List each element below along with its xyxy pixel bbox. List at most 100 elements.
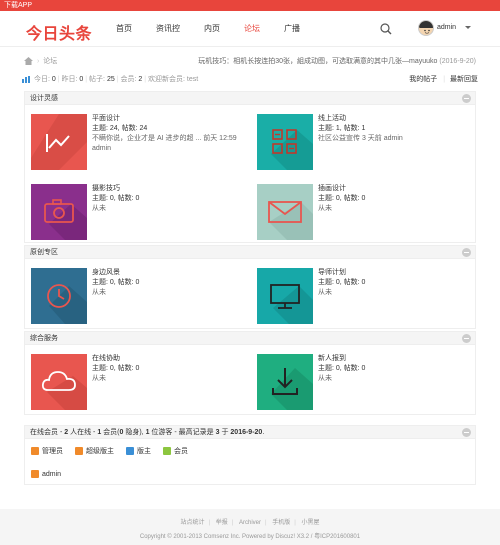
section-title[interactable]: 原创专区 bbox=[30, 249, 58, 256]
footer-links: 站点统计 | 举报 | Archiver | 手机版 | 小黑屋 bbox=[180, 520, 320, 526]
forum-item[interactable]: 平面设计 主题: 24, 帖数: 24 不瞒你说，企业才是 AI 进步的超 ..… bbox=[25, 106, 251, 176]
site-footer: 站点统计 | 举报 | Archiver | 手机版 | 小黑屋 Copyright ©… bbox=[0, 509, 500, 545]
forum-name[interactable]: 导师计划 bbox=[318, 268, 365, 278]
today-label: 今日: bbox=[33, 76, 50, 83]
latest-replies-link[interactable]: 最新回复 bbox=[450, 76, 478, 83]
forum-name[interactable]: 插画设计 bbox=[318, 184, 365, 194]
cloud-icon bbox=[31, 354, 87, 410]
forum-stats: 主题: 0, 帖数: 0 bbox=[318, 365, 366, 372]
footer-link-mobile[interactable]: 手机版 bbox=[272, 520, 290, 526]
forum-name[interactable]: 身边风景 bbox=[92, 268, 139, 278]
section-title[interactable]: 综合服务 bbox=[30, 335, 58, 342]
forum-info: 线上活动 主题: 1, 帖数: 1 社区公益宣传 3 天前 admin bbox=[318, 114, 403, 144]
forum-last-post[interactable]: 不瞒你说，企业才是 AI 进步的超 ... 前天 12:59 bbox=[92, 134, 237, 144]
camera-icon bbox=[31, 184, 87, 240]
admin-badge-icon bbox=[31, 447, 39, 455]
forum-item[interactable]: 线上活动 主题: 1, 帖数: 1 社区公益宣传 3 天前 admin bbox=[251, 106, 477, 176]
collapse-icon[interactable] bbox=[462, 248, 471, 257]
breadcrumb: › 论坛 bbox=[24, 57, 57, 67]
forum-tile[interactable] bbox=[257, 268, 313, 324]
calculator-icon bbox=[257, 114, 313, 170]
collapse-icon[interactable] bbox=[462, 94, 471, 103]
nav-item-news[interactable]: 资讯控 bbox=[156, 11, 180, 47]
forum-last-post: 从未 bbox=[92, 375, 106, 382]
forum-item[interactable]: 身边风景 主题: 0, 帖数: 0 从未 bbox=[25, 260, 251, 330]
yesterday-label: 昨日: bbox=[61, 76, 78, 83]
yesterday-count: 0 bbox=[79, 76, 84, 83]
chart-icon bbox=[31, 114, 87, 170]
site-header: 今日头条 首页 资讯控 内页 论坛 广播 admin bbox=[0, 11, 500, 47]
online-summary[interactable]: 在线会员 - 2 人在线 - 1 会员(0 隐身), 1 位游客 - 最高记录是… bbox=[30, 429, 264, 436]
section-title[interactable]: 设计灵感 bbox=[30, 95, 58, 102]
forum-last-post: 从未 bbox=[92, 205, 106, 212]
forum-info: 身边风景 主题: 0, 帖数: 0 从未 bbox=[92, 268, 139, 298]
forum-item[interactable]: 在线协助 主题: 0, 帖数: 0 从未 bbox=[25, 346, 251, 416]
search-icon[interactable] bbox=[380, 23, 392, 35]
today-count: 0 bbox=[51, 76, 56, 83]
breadcrumb-forum[interactable]: 论坛 bbox=[43, 58, 57, 65]
online-user[interactable]: admin bbox=[31, 470, 61, 478]
online-user-name[interactable]: admin bbox=[42, 471, 61, 478]
collapse-icon[interactable] bbox=[462, 334, 471, 343]
forum-info: 摄影技巧 主题: 0, 帖数: 0 从未 bbox=[92, 184, 139, 214]
my-posts-link[interactable]: 我的帖子 bbox=[409, 76, 437, 83]
members-count: 2 bbox=[138, 76, 143, 83]
forum-info: 平面设计 主题: 24, 帖数: 24 不瞒你说，企业才是 AI 进步的超 ..… bbox=[92, 114, 237, 154]
legend-member: 会员 bbox=[163, 446, 188, 456]
download-app-link[interactable]: 下载APP bbox=[4, 2, 32, 9]
forum-tile[interactable] bbox=[31, 268, 87, 324]
site-logo[interactable]: 今日头条 bbox=[26, 20, 92, 44]
user-name[interactable]: admin bbox=[437, 24, 456, 31]
section-header: 设计灵感 bbox=[25, 92, 475, 105]
home-icon[interactable] bbox=[24, 57, 33, 66]
forum-name[interactable]: 平面设计 bbox=[92, 114, 237, 124]
forum-tile[interactable] bbox=[257, 114, 313, 170]
announcement[interactable]: 玩机技巧：相机长按连拍30张，組成动图，可选取满意的其中几张—mayuuko (… bbox=[198, 57, 476, 67]
forum-tile[interactable] bbox=[31, 184, 87, 240]
forum-tile[interactable] bbox=[31, 114, 87, 170]
nav-item-forum[interactable]: 论坛 bbox=[244, 11, 260, 47]
forum-item[interactable]: 新人报到 主题: 0, 帖数: 0 从未 bbox=[251, 346, 477, 416]
legend-mod: 版主 bbox=[126, 446, 151, 456]
footer-link-report[interactable]: 举报 bbox=[216, 520, 228, 526]
collapse-icon[interactable] bbox=[462, 428, 471, 437]
footer-link-archiver[interactable]: Archiver bbox=[239, 520, 261, 526]
forum-last-post[interactable]: 社区公益宣传 3 天前 admin bbox=[318, 134, 403, 144]
footer-link-stats[interactable]: 站点统计 bbox=[180, 520, 204, 526]
forum-item[interactable]: 插画设计 主题: 0, 帖数: 0 从未 bbox=[251, 176, 477, 246]
forum-tile[interactable] bbox=[31, 354, 87, 410]
forum-last-post: 从未 bbox=[318, 375, 332, 382]
download-app-bar[interactable]: 下载APP bbox=[0, 0, 500, 11]
forum-name[interactable]: 在线协助 bbox=[92, 354, 139, 364]
member-badge-icon bbox=[163, 447, 171, 455]
stats-links: 我的帖子 | 最新回复 bbox=[409, 76, 478, 83]
section-header: 综合服务 bbox=[25, 332, 475, 345]
footer-link-blackroom[interactable]: 小黑屋 bbox=[301, 520, 319, 526]
nav-item-broadcast[interactable]: 广播 bbox=[284, 11, 300, 47]
legend-super-mod: 超级版主 bbox=[75, 446, 114, 456]
forum-last-post: 从未 bbox=[318, 205, 332, 212]
monitor-icon bbox=[257, 268, 313, 324]
nav-item-inner[interactable]: 内页 bbox=[204, 11, 220, 47]
section-services: 综合服务 在线协助 主题: 0, 帖数: 0 从未 新人报到 主题: 0, 帖数… bbox=[24, 331, 476, 415]
avatar[interactable] bbox=[418, 20, 434, 36]
forum-name[interactable]: 摄影技巧 bbox=[92, 184, 139, 194]
forum-tile[interactable] bbox=[257, 184, 313, 240]
forum-info: 新人报到 主题: 0, 帖数: 0 从未 bbox=[318, 354, 365, 384]
mail-icon bbox=[257, 184, 313, 240]
forum-tile[interactable] bbox=[257, 354, 313, 410]
forum-info: 在线协助 主题: 0, 帖数: 0 从未 bbox=[92, 354, 139, 384]
forum-stats: 主题: 0, 帖数: 0 bbox=[318, 279, 366, 286]
announcement-text[interactable]: 玩机技巧：相机长按连拍30张，組成动图，可选取满意的其中几张—mayuuko bbox=[198, 58, 437, 65]
forum-name[interactable]: 新人报到 bbox=[318, 354, 365, 364]
chevron-down-icon[interactable] bbox=[465, 26, 471, 29]
online-header: 在线会员 - 2 人在线 - 1 会员(0 隐身), 1 位游客 - 最高记录是… bbox=[25, 426, 475, 439]
nav-item-home[interactable]: 首页 bbox=[116, 11, 132, 47]
welcome-new-member[interactable]: 欢迎新会员: test bbox=[148, 76, 198, 83]
download-icon bbox=[257, 354, 313, 410]
forum-name[interactable]: 线上活动 bbox=[318, 114, 403, 124]
forum-item[interactable]: 导师计划 主题: 0, 帖数: 0 从未 bbox=[251, 260, 477, 330]
forum-item[interactable]: 摄影技巧 主题: 0, 帖数: 0 从未 bbox=[25, 176, 251, 246]
forum-last-author[interactable]: admin bbox=[92, 144, 237, 154]
section-original: 原创专区 身边风景 主题: 0, 帖数: 0 从未 导师计划 主题: 0, 帖数… bbox=[24, 245, 476, 329]
